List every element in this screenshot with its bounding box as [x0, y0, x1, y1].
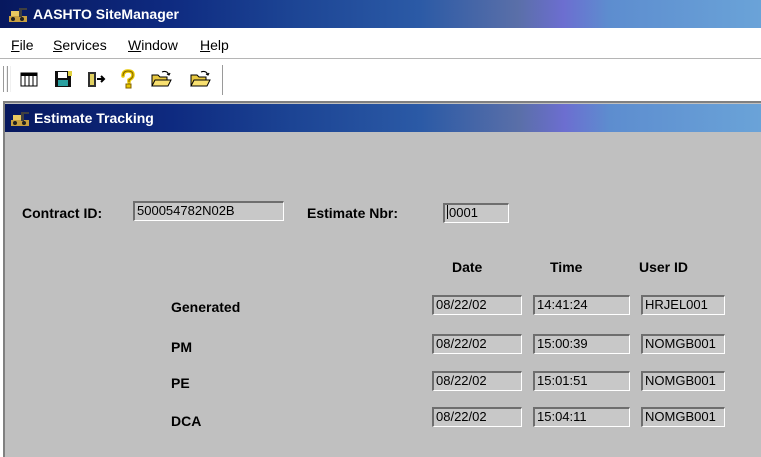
pm-user-id-field[interactable]: NOMGB001	[641, 334, 725, 354]
open-folder-icon[interactable]	[150, 69, 172, 89]
save-floppy-icon[interactable]	[52, 69, 74, 89]
open-folder-alt-icon[interactable]	[189, 69, 211, 89]
pm-date-field[interactable]: 08/22/02	[432, 334, 522, 354]
column-header-time: Time	[550, 259, 583, 275]
window-icon	[11, 112, 29, 126]
dca-date-field[interactable]: 08/22/02	[432, 407, 522, 427]
column-header-user-id: User ID	[639, 259, 689, 275]
contract-id-label: Contract ID:	[22, 205, 103, 221]
pe-date-field[interactable]: 08/22/02	[432, 371, 522, 391]
menu-services[interactable]: Services	[53, 37, 107, 53]
grid-table-icon[interactable]	[18, 69, 40, 89]
window-title: Estimate Tracking	[34, 110, 154, 126]
row-label-pe: PE	[171, 375, 190, 391]
estimate-tracking-window	[3, 101, 761, 457]
menu-bar: File Services Window Help	[0, 34, 761, 56]
pm-time-field[interactable]: 15:00:39	[533, 334, 630, 354]
help-question-icon[interactable]	[117, 69, 139, 89]
dca-user-id-field[interactable]: NOMGB001	[641, 407, 725, 427]
row-label-dca: DCA	[171, 413, 202, 429]
contract-id-field[interactable]: 500054782N02B	[133, 201, 284, 221]
menu-help[interactable]: Help	[200, 37, 229, 53]
pe-time-field[interactable]: 15:01:51	[533, 371, 630, 391]
row-label-generated: Generated	[171, 299, 241, 315]
text-caret	[447, 205, 448, 219]
app-icon	[9, 8, 27, 22]
generated-user-id-field[interactable]: HRJEL001	[641, 295, 725, 315]
toolbar-grip[interactable]	[7, 66, 11, 92]
menu-file[interactable]: File	[11, 37, 34, 53]
exit-door-icon[interactable]	[85, 69, 107, 89]
estimate-nbr-label: Estimate Nbr:	[307, 205, 399, 221]
estimate-nbr-field[interactable]: 0001	[443, 203, 509, 223]
app-title-bar[interactable]: AASHTO SiteManager	[0, 0, 761, 28]
toolbar	[0, 58, 761, 103]
app-title: AASHTO SiteManager	[33, 6, 179, 22]
row-label-pm: PM	[171, 339, 192, 355]
generated-date-field[interactable]: 08/22/02	[432, 295, 522, 315]
menu-window[interactable]: Window	[128, 37, 178, 53]
column-header-date: Date	[452, 259, 483, 275]
window-title-bar[interactable]: Estimate Tracking	[5, 104, 761, 132]
toolbar-separator	[222, 65, 223, 95]
generated-time-field[interactable]: 14:41:24	[533, 295, 630, 315]
pe-user-id-field[interactable]: NOMGB001	[641, 371, 725, 391]
dca-time-field[interactable]: 15:04:11	[533, 407, 630, 427]
